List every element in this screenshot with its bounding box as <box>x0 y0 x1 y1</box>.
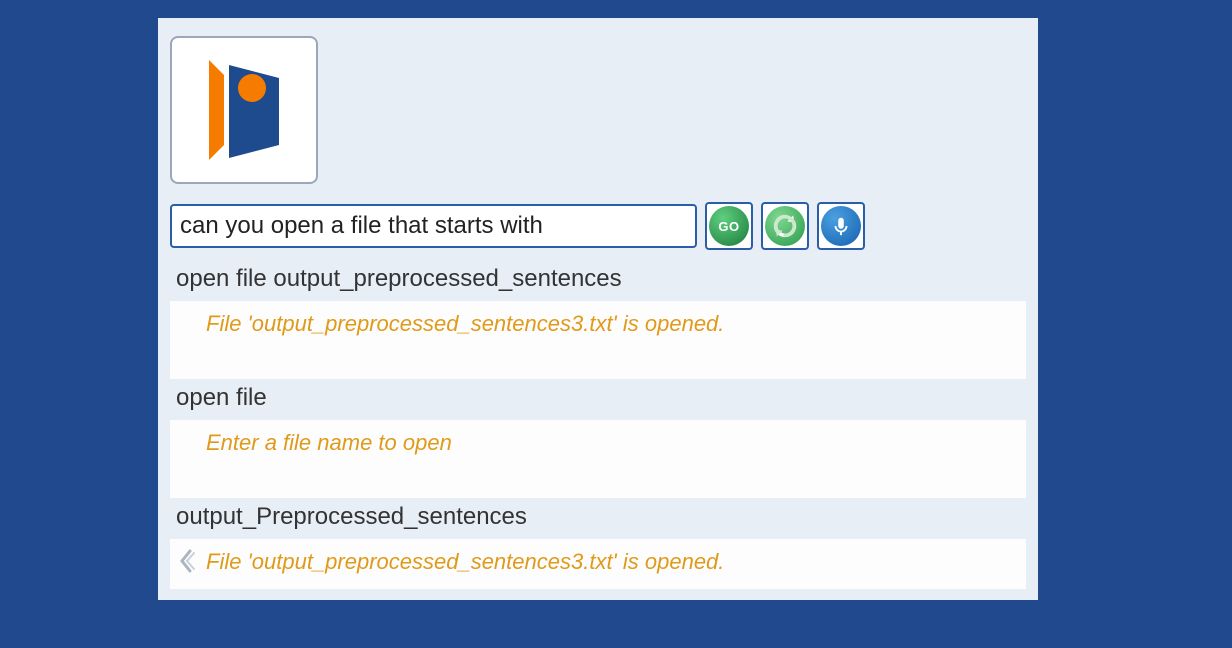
go-button-label: GO <box>718 219 739 234</box>
response-text: Enter a file name to open <box>170 420 1026 470</box>
response-text: File 'output_preprocessed_sentences3.txt… <box>170 539 1026 589</box>
command-input-row: GO <box>170 202 1026 250</box>
logo-icon <box>194 50 294 170</box>
history-entry: output_Preprocessed_sentences File 'outp… <box>170 498 1026 589</box>
command-text: output_Preprocessed_sentences <box>170 498 1026 539</box>
go-button[interactable]: GO <box>705 202 753 250</box>
history-entry: open file output_preprocessed_sentences … <box>170 260 1026 351</box>
history-entry: open file Enter a file name to open <box>170 379 1026 470</box>
response-text-inner: File 'output_preprocessed_sentences3.txt… <box>206 549 724 574</box>
refresh-icon <box>771 212 799 240</box>
command-input[interactable] <box>170 204 697 248</box>
command-text: open file output_preprocessed_sentences <box>170 260 1026 301</box>
spacer <box>170 470 1026 498</box>
app-panel: GO open file out <box>158 18 1038 600</box>
response-text: File 'output_preprocessed_sentences3.txt… <box>170 301 1026 351</box>
mic-icon <box>830 215 852 237</box>
mic-button[interactable] <box>817 202 865 250</box>
refresh-button[interactable] <box>761 202 809 250</box>
command-text: open file <box>170 379 1026 420</box>
app-logo <box>170 36 318 184</box>
spacer <box>170 351 1026 379</box>
back-arrow-icon[interactable] <box>176 547 196 581</box>
